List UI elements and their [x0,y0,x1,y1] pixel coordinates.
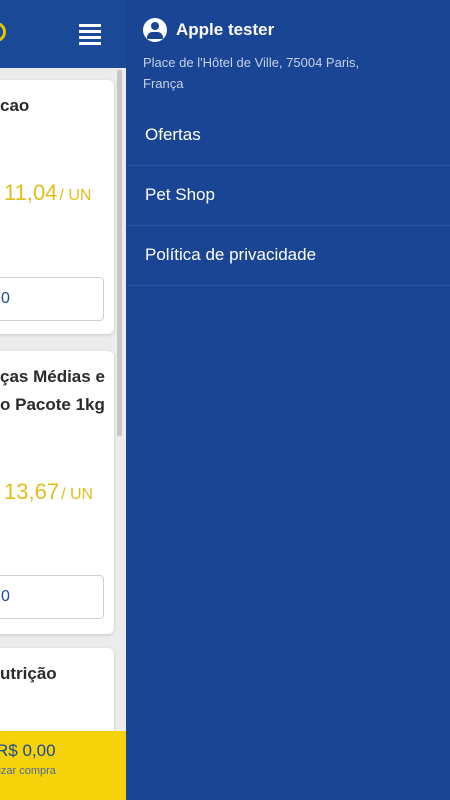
price-value: 11,04 [4,180,58,205]
product-price: 11,04/ UN [4,180,91,206]
app-header [0,0,126,68]
scrollbar[interactable] [117,70,122,436]
menu-item-label: Ofertas [145,125,201,144]
cart-subtitle: lizar compra [0,765,56,777]
account-circle-icon [143,18,167,42]
product-name: cao [0,96,30,115]
menu-item-ofertas[interactable]: Ofertas [126,106,450,166]
logo-icon [0,22,6,42]
navigation-drawer: Apple tester Place de l'Hôtel de Ville, … [126,0,450,800]
product-card[interactable]: cao 11,04/ UN 0 [0,80,114,334]
cart-total: R$ 0,00 [0,741,56,760]
product-card[interactable]: ças Médias e o Pacote 1kg 13,67/ UN 0 [0,351,114,634]
product-name: utrição [0,664,57,683]
price-unit: / UN [61,486,94,503]
cart-bar[interactable]: R$ 0,00 lizar compra [0,731,126,800]
menu-item-label: Política de privacidade [145,245,317,264]
user-address: Place de l'Hôtel de Ville, 75004 Paris, … [143,55,360,91]
quantity-value: 0 [1,588,10,605]
menu-item-privacy-policy[interactable]: Política de privacidade [126,226,450,286]
quantity-value: 0 [1,290,10,307]
price-unit: / UN [59,187,92,204]
menu-item-label: Pet Shop [145,185,215,204]
quantity-input[interactable]: 0 [0,575,104,619]
menu-item-pet-shop[interactable]: Pet Shop [126,166,450,226]
user-name: Apple tester [176,20,275,39]
product-price: 13,67/ UN [4,479,93,505]
quantity-input[interactable]: 0 [0,277,104,321]
hamburger-menu-icon[interactable] [79,23,103,47]
product-name: ças Médias e o Pacote 1kg [0,367,105,414]
price-value: 13,67 [4,479,60,504]
